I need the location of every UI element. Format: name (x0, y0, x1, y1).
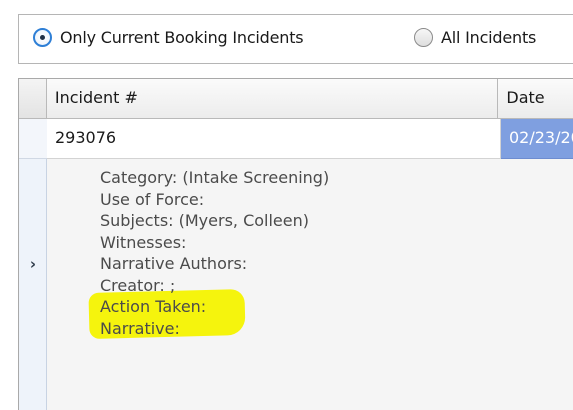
detail-witnesses: Witnesses: (100, 232, 187, 252)
detail-subjects: Subjects: (Myers, Colleen) (100, 211, 309, 230)
column-header-incident-number[interactable]: Incident # (46, 79, 499, 119)
table-row[interactable]: 293076 02/23/20 (47, 119, 573, 159)
incident-detail-panel: Category: (Intake Screening) Use of Forc… (47, 159, 573, 410)
grid-header-row: Incident # Date (19, 79, 573, 119)
detail-narrative-authors: Narrative Authors: (100, 254, 248, 273)
column-header-date[interactable]: Date (498, 79, 573, 119)
radio-only-current-booking[interactable]: Only Current Booking Incidents (33, 28, 304, 47)
detail-creator: Creator: ; (100, 275, 176, 295)
incident-filter-bar: Only Current Booking Incidents All Incid… (18, 14, 573, 64)
chevron-right-icon[interactable]: › (25, 256, 41, 272)
detail-use-of-force: Use of Force: (100, 189, 205, 209)
radio-unselected-icon (414, 28, 433, 47)
radio-label-only-current: Only Current Booking Incidents (60, 28, 304, 47)
detail-action-taken: Action Taken: (100, 297, 207, 316)
radio-label-all-incidents: All Incidents (441, 28, 537, 47)
cell-date[interactable]: 02/23/20 (501, 119, 573, 159)
incidents-window: Only Current Booking Incidents All Incid… (0, 0, 573, 410)
detail-narrative: Narrative: (100, 318, 180, 338)
detail-category: Category: (Intake Screening) (100, 168, 330, 187)
detail-list: Category: (Intake Screening) Use of Forc… (100, 167, 329, 339)
radio-selected-icon (33, 28, 52, 47)
row-indicator-cell[interactable] (19, 119, 47, 159)
grid-corner-cell (19, 79, 47, 119)
cell-incident-number[interactable]: 293076 (47, 119, 501, 159)
incidents-grid: Incident # Date 293076 02/23/20 Category… (18, 78, 573, 410)
radio-all-incidents[interactable]: All Incidents (414, 28, 536, 47)
